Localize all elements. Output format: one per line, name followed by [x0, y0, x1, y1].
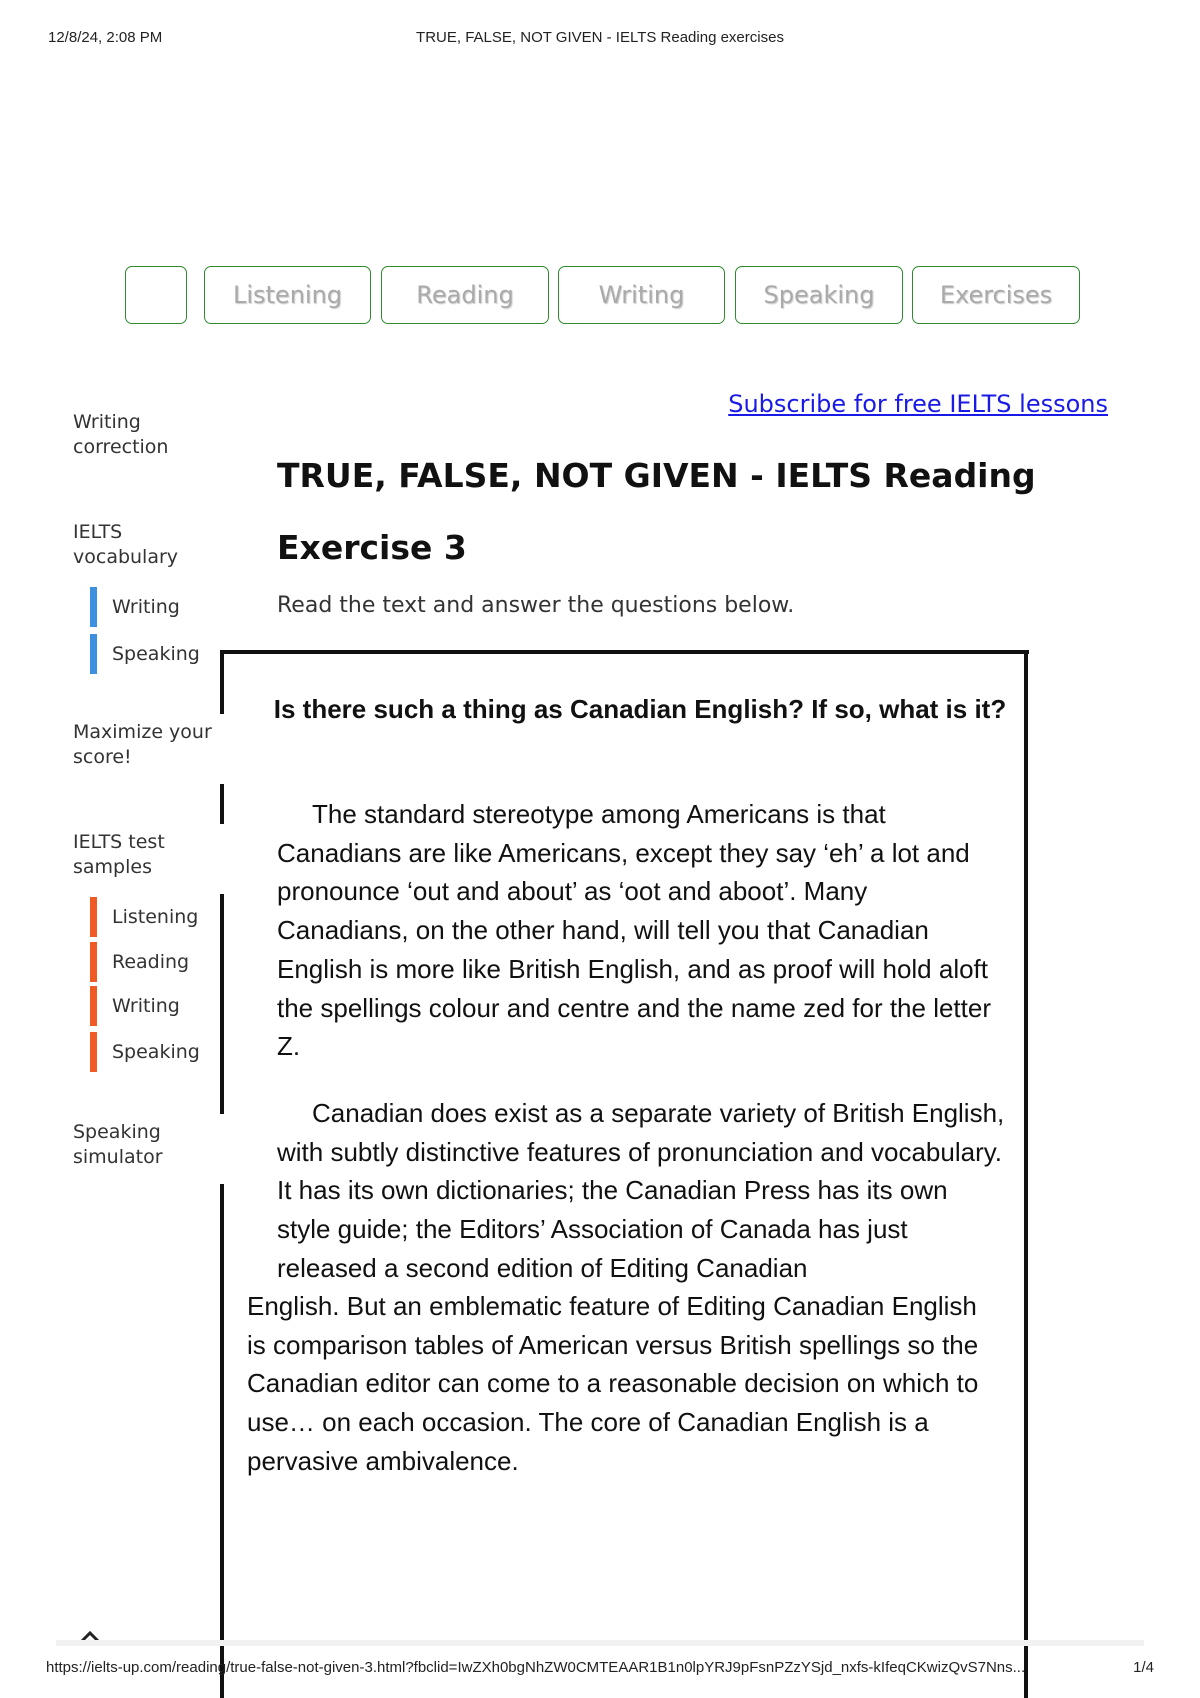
print-footer: https://ielts-up.com/reading/true-false-…: [0, 1659, 1200, 1679]
nav-listening-button[interactable]: Listening: [204, 266, 371, 324]
nav-home-button[interactable]: [125, 266, 187, 324]
passage-box-left-border: [220, 894, 224, 1114]
sidebar-samples-writing[interactable]: Writing: [90, 986, 180, 1026]
nav-writing-button[interactable]: Writing: [558, 266, 725, 324]
nav-reading-button[interactable]: Reading: [381, 266, 549, 324]
passage-paragraph: Canadian does exist as a separate variet…: [277, 1098, 1005, 1283]
sidebar-speaking-simulator[interactable]: Speaking simulator: [73, 1120, 213, 1170]
subscribe-link[interactable]: Subscribe for free IELTS lessons: [728, 390, 1108, 418]
passage-box-left-border: [220, 1184, 224, 1698]
sidebar-samples-listening[interactable]: Listening: [90, 897, 198, 937]
sidebar-maximize-score[interactable]: Maximize your score!: [73, 720, 213, 770]
passage-box-left-border: [220, 650, 224, 714]
nav-exercises-button[interactable]: Exercises: [912, 266, 1080, 324]
sidebar-samples-reading[interactable]: Reading: [90, 942, 189, 982]
footer-band: [56, 1640, 1144, 1646]
sidebar-vocab-writing[interactable]: Writing: [90, 587, 180, 627]
print-page-title: TRUE, FALSE, NOT GIVEN - IELTS Reading e…: [416, 29, 784, 46]
print-url: https://ielts-up.com/reading/true-false-…: [46, 1659, 1026, 1676]
passage-title: Is there such a thing as Canadian Englis…: [273, 694, 1007, 724]
passage-box-top-border: [221, 650, 1029, 654]
nav-speaking-button[interactable]: Speaking: [735, 266, 903, 324]
page-title: TRUE, FALSE, NOT GIVEN - IELTS Reading E…: [277, 456, 1036, 567]
sidebar-vocab-speaking[interactable]: Speaking: [90, 634, 200, 674]
intro-text: Read the text and answer the questions b…: [277, 593, 795, 618]
passage-box-right-border: [1024, 650, 1028, 1698]
sidebar-writing-correction[interactable]: Writing correction: [73, 410, 213, 460]
passage-paragraph-continued: English. But an emblematic feature of Ed…: [247, 1291, 979, 1476]
print-header: 12/8/24, 2:08 PM TRUE, FALSE, NOT GIVEN …: [0, 29, 1200, 49]
passage-paragraph: The standard stereotype among Americans …: [277, 799, 991, 1062]
sidebar-ielts-vocabulary[interactable]: IELTS vocabulary: [73, 520, 213, 570]
sidebar-ielts-test-samples[interactable]: IELTS test samples: [73, 830, 213, 880]
sidebar-samples-speaking[interactable]: Speaking: [90, 1032, 200, 1072]
print-page-number: 1/4: [1133, 1659, 1154, 1676]
passage-box-left-border: [220, 784, 224, 824]
